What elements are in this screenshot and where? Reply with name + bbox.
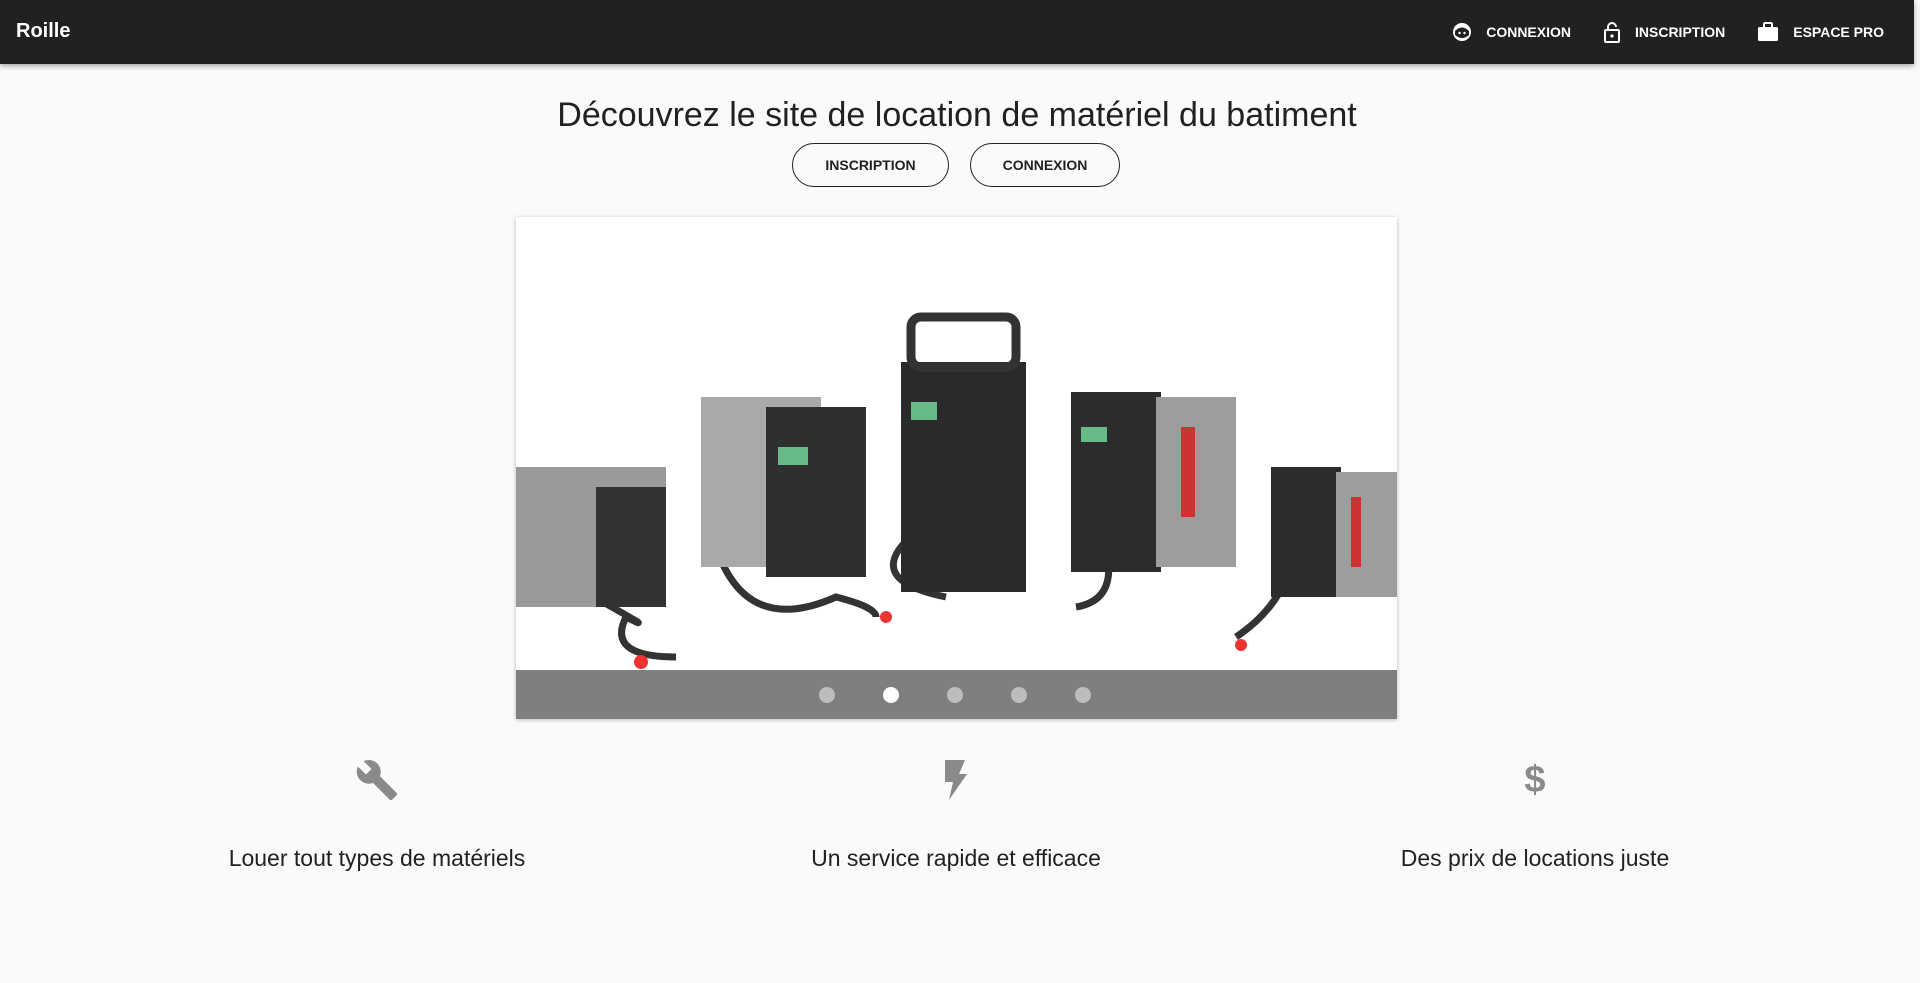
brand-logo[interactable]: Roille xyxy=(16,20,70,43)
feature-service: Un service rapide et efficace xyxy=(679,745,1233,872)
nav-inscription[interactable]: INSCRIPTION xyxy=(1587,0,1741,64)
carousel-prev-arrow[interactable]: ‹ xyxy=(534,422,545,461)
feature-materiels-text: Louer tout types de matériels xyxy=(228,845,526,871)
face-icon xyxy=(1453,23,1472,41)
carousel-dot-3[interactable] xyxy=(947,687,963,703)
nav-espace-pro[interactable]: ESPACE PRO xyxy=(1741,0,1914,64)
nav-connexion[interactable]: CONNEXION xyxy=(1436,0,1587,64)
connexion-button[interactable]: CONNEXION xyxy=(970,143,1120,187)
inscription-button[interactable]: INSCRIPTION xyxy=(792,143,949,187)
carousel-indicators xyxy=(516,670,1397,719)
feature-prix: $ Des prix de locations juste xyxy=(1258,745,1812,872)
carousel-next-arrow[interactable]: › xyxy=(1368,422,1379,461)
feature-prix-text: Des prix de locations juste xyxy=(1400,845,1670,871)
carousel-dot-1[interactable] xyxy=(819,687,835,703)
carousel-dot-4[interactable] xyxy=(1011,687,1027,703)
lock-open-icon xyxy=(1604,22,1620,43)
feature-service-text: Un service rapide et efficace xyxy=(811,845,1101,871)
carousel-dot-2[interactable] xyxy=(883,687,899,703)
carousel-slide-image xyxy=(516,217,1397,670)
top-navbar: Roille CONNEXION INSCRIPTION ESPACE PRO xyxy=(0,0,1914,64)
page-title: Découvrez le site de location de matérie… xyxy=(557,96,1357,134)
carousel-dot-5[interactable] xyxy=(1075,687,1091,703)
flash-icon xyxy=(945,760,967,800)
dollar-icon: $ xyxy=(1524,758,1546,801)
feature-materiels: Louer tout types de matériels xyxy=(100,745,654,872)
nav-connexion-label: CONNEXION xyxy=(1486,24,1571,40)
nav-espace-pro-label: ESPACE PRO xyxy=(1793,24,1884,40)
briefcase-icon xyxy=(1758,22,1779,41)
image-carousel[interactable]: ‹ › xyxy=(516,217,1397,719)
nav-inscription-label: INSCRIPTION xyxy=(1635,24,1726,40)
wrench-icon xyxy=(356,760,398,801)
